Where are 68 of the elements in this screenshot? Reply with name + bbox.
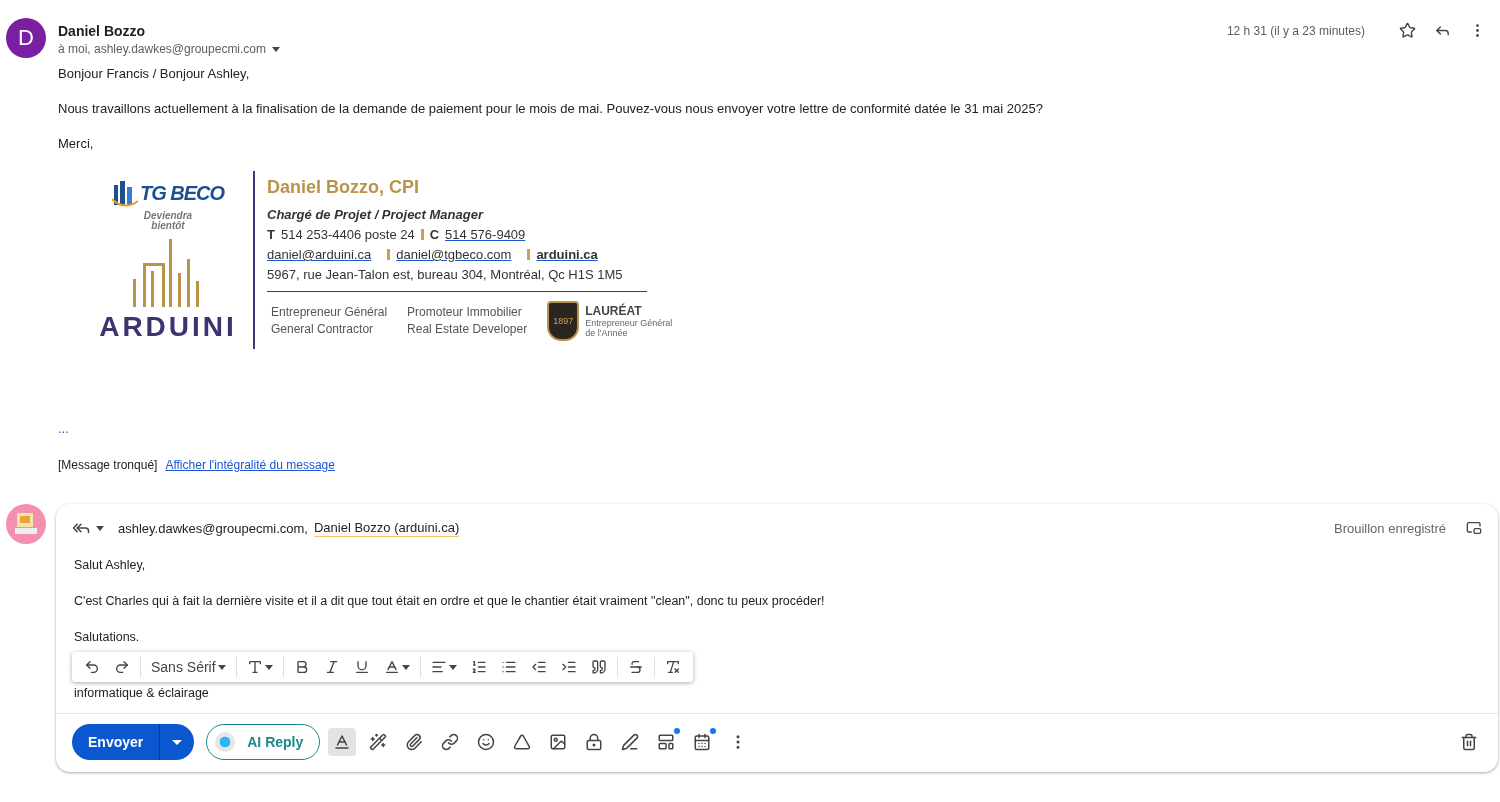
emoji-icon[interactable] xyxy=(477,733,496,751)
ai-reply-button[interactable]: AI Reply xyxy=(206,724,321,760)
signature-title: Chargé de Projet / Project Manager xyxy=(267,207,485,222)
undo-icon[interactable] xyxy=(84,659,100,675)
layout-icon[interactable] xyxy=(657,733,676,751)
trash-icon[interactable] xyxy=(1460,733,1478,751)
brand-logo-text: ARDUINI xyxy=(99,311,237,343)
caret-icon[interactable] xyxy=(96,525,104,531)
link-icon[interactable] xyxy=(441,733,460,751)
indent-less-icon[interactable] xyxy=(530,659,547,675)
numbered-list-icon[interactable] xyxy=(470,659,487,675)
phone-number: 514 253-4406 poste 24 xyxy=(280,227,415,242)
redo-icon[interactable] xyxy=(114,659,130,675)
award-text: Entrepreneur Général de l'Année xyxy=(585,318,673,338)
address-text: 5967, rue Jean-Talon est, bureau 304, Montréal, Qc H1S 1M5 xyxy=(267,267,624,282)
message-paragraph: Bonjour Francis / Bonjour Ashley, xyxy=(58,66,251,81)
magic-pen-icon[interactable] xyxy=(369,733,388,751)
clear-formatting-icon[interactable] xyxy=(664,659,681,675)
font-select[interactable]: Sans Sérif xyxy=(145,655,232,679)
message-paragraph: Merci, xyxy=(58,136,95,151)
show-full-link[interactable]: Afficher l'intégralité du message xyxy=(165,458,335,472)
notification-dot xyxy=(710,728,717,734)
strikethrough-icon[interactable] xyxy=(627,659,644,675)
cell-link[interactable]: 514 576-9409 xyxy=(445,227,536,242)
signature-name: Daniel Bozzo, CPI xyxy=(267,177,420,198)
award-badge: 1897 xyxy=(547,301,580,341)
award-title: LAURÉAT xyxy=(585,304,643,318)
reply-text: Salut Ashley, xyxy=(74,558,147,572)
draft-status: Brouillon enregistré xyxy=(1334,520,1446,536)
sender-name: Daniel Bozzo xyxy=(58,23,147,39)
coming-soon-text: Deviendra bientôt xyxy=(143,211,193,231)
text-size-icon[interactable] xyxy=(246,659,263,675)
indent-more-icon[interactable] xyxy=(560,659,577,675)
website-link[interactable]: arduini.ca xyxy=(536,247,608,262)
caret-icon[interactable] xyxy=(272,46,281,52)
expand-ellipsis[interactable]: ... xyxy=(58,421,69,436)
role-text: Entrepreneur Général General Contractor xyxy=(271,304,388,338)
reply-recipients: ashley.dawkes@groupecmi.com, xyxy=(118,520,308,536)
notification-dot xyxy=(674,728,681,734)
pen-icon[interactable] xyxy=(621,733,640,751)
user-avatar xyxy=(6,504,46,544)
reply-text: informatique & éclairage xyxy=(73,685,210,700)
attach-icon[interactable] xyxy=(405,733,424,751)
bulleted-list-icon[interactable] xyxy=(500,659,517,675)
reply-text: Salutations. xyxy=(74,630,141,644)
image-icon[interactable] xyxy=(549,733,568,751)
sender-avatar: D xyxy=(6,18,46,58)
phone-label: T xyxy=(267,227,275,242)
message-paragraph: Nous travaillons actuellement à la finalisation de la demande de paiement pour le mois de mai. Pouvez-vous nous envoyer votre lettre de conformité datée le 31 mai 2025? xyxy=(58,101,1044,116)
company-logo: TG BECO xyxy=(111,179,225,207)
text-format-button[interactable] xyxy=(328,728,357,756)
align-left-icon[interactable] xyxy=(430,659,447,675)
reply-text: C'est Charles qui à fait la dernière visite et il a dit que tout était en ordre et que le chantier était vraiment "clean", donc tu peux procéder! xyxy=(74,594,826,608)
recipient-chip[interactable]: Daniel Bozzo (arduini.ca) xyxy=(314,519,460,537)
triangle-drive-icon[interactable] xyxy=(513,733,532,751)
message-time: 12 h 31 (il y a 23 minutes) xyxy=(1226,24,1365,38)
truncated-note: [Message tronqué] xyxy=(58,458,158,472)
recipients-text: à moi, ashley.dawkes@groupecmi.com xyxy=(58,42,267,56)
email-link[interactable]: daniel@tgbeco.com xyxy=(396,247,522,262)
text-format-icon[interactable] xyxy=(333,733,352,751)
text-color-icon[interactable] xyxy=(383,659,400,675)
quote-icon[interactable] xyxy=(590,659,607,675)
email-link[interactable]: daniel@arduini.ca xyxy=(267,247,382,262)
calendar-icon[interactable] xyxy=(693,733,712,751)
cell-label: C xyxy=(429,227,440,242)
role-text: Promoteur Immobilier Real Estate Developer xyxy=(407,304,528,338)
lock-icon[interactable] xyxy=(585,733,604,751)
underline-icon[interactable] xyxy=(353,659,370,675)
